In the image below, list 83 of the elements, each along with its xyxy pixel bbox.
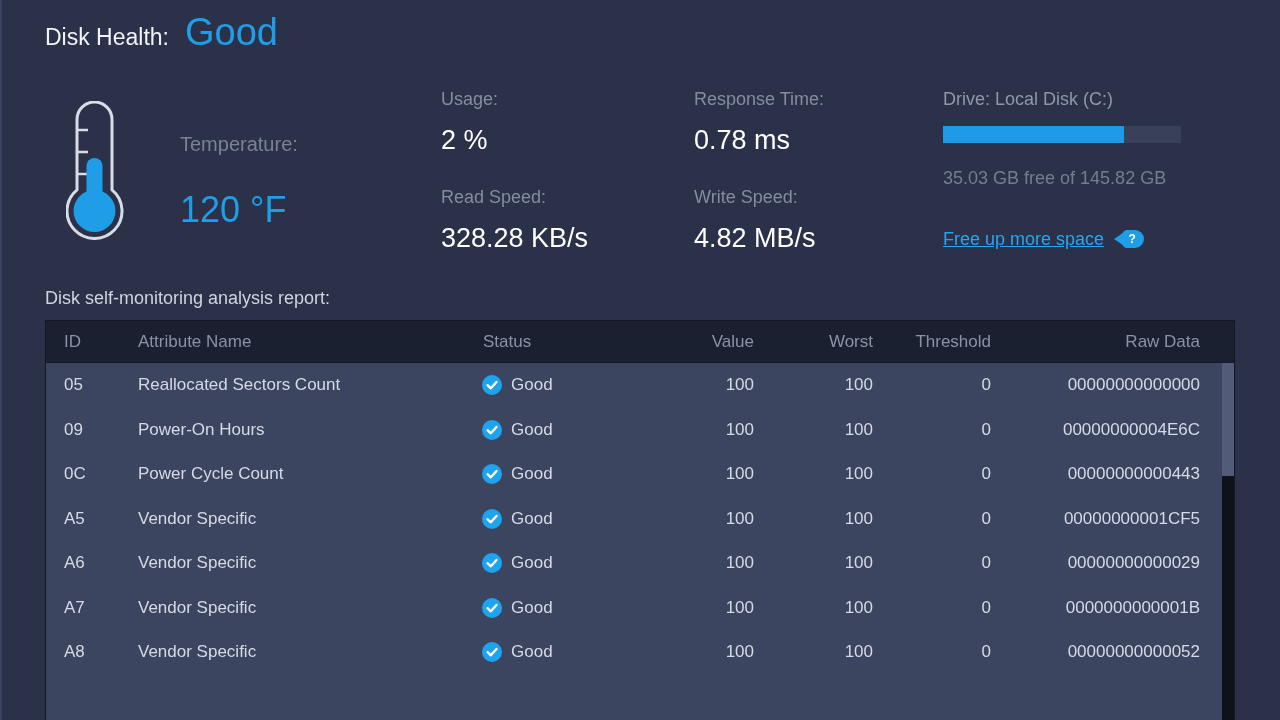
table-cell-text: A8 (63, 642, 86, 663)
table-cell-text: 100 (724, 553, 755, 574)
table-cell-text: 100 (843, 375, 874, 396)
check-circle-icon (482, 464, 502, 485)
temperature-label: Temperature: (180, 132, 298, 156)
check-circle-icon (482, 597, 502, 618)
table-cell-text: 100 (843, 553, 874, 574)
table-cell-text: 00000000001CF5 (1062, 508, 1201, 529)
table-cell-text: 0 (980, 642, 992, 663)
table-cell-text: 100 (724, 508, 755, 529)
table-cell-text: 0 (980, 419, 992, 440)
table-cell-text: 00000000000052 (1066, 642, 1201, 663)
stat-value: 4.82 MB/s (694, 222, 816, 254)
table-cell-text: A5 (63, 508, 86, 529)
column-header: Raw Data (1124, 331, 1201, 352)
check-circle-icon (482, 419, 502, 440)
report-title: Disk self-monitoring analysis report: (45, 287, 332, 309)
table-cell-text: 100 (724, 419, 755, 440)
table-cell-text: 0 (980, 553, 992, 574)
table-cell-text: 09 (63, 419, 84, 440)
table-cell-text: 100 (843, 419, 874, 440)
status-text: Good (511, 508, 553, 529)
table-cell-text: 0 (980, 375, 992, 396)
free-space-text: 35.03 GB free of 145.82 GB (943, 167, 1167, 189)
stat-label: Usage: (441, 88, 499, 110)
table-cell-text: 100 (724, 464, 755, 485)
status-text: Good (511, 597, 553, 618)
table-cell-text: Vendor Specific (137, 642, 258, 663)
table-cell-text: 0 (980, 464, 992, 485)
table-cell-text: 100 (724, 597, 755, 618)
stat-value: 0.78 ms (694, 124, 791, 156)
column-header: Value (710, 331, 755, 352)
check-circle-icon (482, 642, 502, 663)
stat-value: 328.28 KB/s (441, 222, 589, 254)
table-cell-text: 100 (843, 597, 874, 618)
table-cell-text: Reallocated Sectors Count (137, 375, 342, 396)
table-cell-text: 05 (63, 375, 84, 396)
scrollbar-thumb[interactable] (1222, 363, 1234, 476)
table-cell-text: A6 (63, 553, 86, 574)
check-circle-icon (482, 508, 502, 529)
table-cell-text: Power-On Hours (137, 419, 266, 440)
disk-health-label: Disk Health: (45, 23, 169, 52)
table-cell-text: 100 (724, 375, 755, 396)
status-text: Good (511, 642, 553, 663)
status-text: Good (511, 419, 553, 440)
table-cell-text: A7 (63, 597, 86, 618)
thermometer-icon (66, 101, 124, 240)
table-cell-text: 100 (843, 508, 874, 529)
stat-label: Write Speed: (694, 186, 798, 208)
stat-value: 2 % (441, 124, 488, 156)
status-text: Good (511, 375, 553, 396)
table-cell-text: 100 (843, 464, 874, 485)
table-cell-text: 0000000000001B (1064, 597, 1201, 618)
check-circle-icon (482, 553, 502, 574)
column-header: Status (482, 331, 533, 352)
table-cell-text: 0 (980, 597, 992, 618)
stat-label: Read Speed: (441, 186, 547, 208)
column-header: Attribute Name (137, 331, 253, 352)
free-up-space-link[interactable]: Free up more space (943, 228, 1105, 250)
table-cell-text: 0 (980, 508, 992, 529)
table-cell-text: Vendor Specific (137, 597, 258, 618)
check-circle-icon (482, 375, 502, 396)
column-header: Threshold (914, 331, 992, 352)
scrollbar[interactable] (1222, 363, 1234, 720)
status-text: Good (511, 464, 553, 485)
table-cell-text: 100 (843, 642, 874, 663)
table-cell-text: Vendor Specific (137, 553, 258, 574)
table-cell-text: 100 (724, 642, 755, 663)
help-icon[interactable]: ? (1114, 230, 1145, 248)
drive-label: Drive: Local Disk (C:) (943, 88, 1114, 110)
table-cell-text: 00000000000443 (1066, 464, 1201, 485)
temperature-value: 120 °F (180, 189, 287, 231)
table-cell-text: 00000000000000 (1066, 375, 1201, 396)
status-text: Good (511, 553, 553, 574)
table-cell-text: Vendor Specific (137, 508, 258, 529)
table-cell-text: 00000000000029 (1066, 553, 1201, 574)
stat-label: Response Time: (694, 88, 825, 110)
table-cell-text: 00000000004E6C (1061, 419, 1201, 440)
table-cell-text: 0C (63, 464, 87, 485)
column-header: ID (63, 331, 82, 352)
table-cell-text: Power Cycle Count (137, 464, 285, 485)
disk-health-value: Good (185, 10, 278, 54)
column-header: Worst (827, 331, 874, 352)
